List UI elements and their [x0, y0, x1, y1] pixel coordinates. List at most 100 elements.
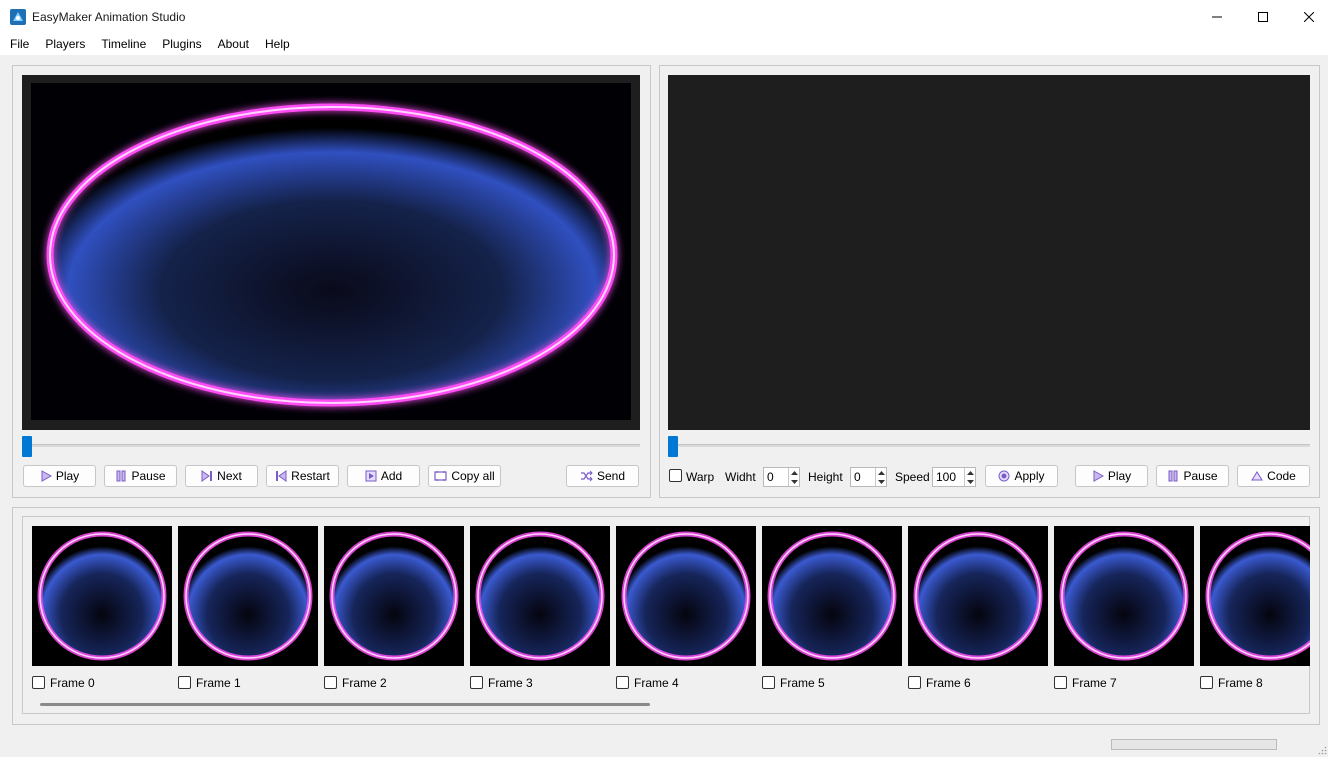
- send-label: Send: [596, 469, 626, 483]
- right-player-viewer: [668, 75, 1310, 430]
- frame-checkbox[interactable]: [908, 676, 921, 689]
- speed-up-arrow[interactable]: [966, 468, 975, 477]
- close-button[interactable]: [1286, 0, 1328, 33]
- resize-grip-icon[interactable]: [1318, 746, 1327, 755]
- frame-thumbnail[interactable]: [1054, 526, 1194, 666]
- frame-thumbnail[interactable]: [616, 526, 756, 666]
- next-button[interactable]: Next: [185, 465, 258, 487]
- menu-help[interactable]: Help: [257, 33, 298, 55]
- frame-thumbnail[interactable]: [1200, 526, 1310, 666]
- pause-button[interactable]: Pause: [104, 465, 177, 487]
- frame-checkbox[interactable]: [1054, 676, 1067, 689]
- menu-about[interactable]: About: [210, 33, 257, 55]
- play-icon: [1093, 470, 1104, 482]
- menu-file[interactable]: File: [2, 33, 37, 55]
- right-play-label: Play: [1107, 469, 1132, 483]
- frame-thumbnail[interactable]: [32, 526, 172, 666]
- left-player-track: [22, 444, 640, 447]
- left-player-viewer: [22, 75, 640, 430]
- width-up-arrow[interactable]: [790, 468, 799, 477]
- play-button[interactable]: Play: [23, 465, 96, 487]
- right-pause-label: Pause: [1183, 469, 1218, 483]
- right-pause-button[interactable]: Pause: [1156, 465, 1229, 487]
- play-icon: [41, 470, 52, 482]
- frame-label: Frame 8: [1218, 676, 1263, 690]
- window-title: EasyMaker Animation Studio: [32, 10, 186, 24]
- menu-timeline[interactable]: Timeline: [93, 33, 154, 55]
- frame-label: Frame 0: [50, 676, 95, 690]
- speed-spinbox[interactable]: 100: [932, 467, 976, 487]
- frame-checkbox[interactable]: [178, 676, 191, 689]
- timeline-scrollbar[interactable]: [40, 703, 650, 706]
- menu-bar: File Players Timeline Plugins About Help: [0, 33, 1328, 55]
- status-progress-bar: [1111, 739, 1277, 750]
- frame-thumbnail[interactable]: [908, 526, 1048, 666]
- frame-image: [913, 531, 1043, 661]
- pause-label: Pause: [131, 469, 166, 483]
- restart-icon: [276, 470, 287, 482]
- right-play-button[interactable]: Play: [1075, 465, 1148, 487]
- copy-all-label: Copy all: [451, 469, 495, 483]
- frame-thumbnail[interactable]: [762, 526, 902, 666]
- frame-image: [37, 531, 167, 661]
- frame-thumbnail[interactable]: [324, 526, 464, 666]
- left-player-slider[interactable]: [22, 436, 32, 457]
- frame-checkbox[interactable]: [32, 676, 45, 689]
- code-button[interactable]: Code: [1237, 465, 1310, 487]
- caret-down-icon: [967, 479, 974, 484]
- caret-up-icon: [878, 470, 885, 475]
- menu-players[interactable]: Players: [37, 33, 93, 55]
- frame-checkbox[interactable]: [1200, 676, 1213, 689]
- frame-label: Frame 5: [780, 676, 825, 690]
- frame-image: [475, 531, 605, 661]
- add-frame-icon: [365, 470, 377, 482]
- speed-value: 100: [936, 470, 957, 484]
- add-label: Add: [380, 469, 403, 483]
- apply-button[interactable]: Apply: [985, 465, 1058, 487]
- code-icon: [1251, 471, 1264, 481]
- right-player-track: [668, 444, 1310, 447]
- height-down-arrow[interactable]: [877, 477, 886, 486]
- frame-label: Frame 3: [488, 676, 533, 690]
- height-value: 0: [854, 470, 861, 484]
- close-icon: [1304, 11, 1314, 22]
- maximize-icon: [1258, 11, 1268, 22]
- height-spinbox[interactable]: 0: [850, 467, 887, 487]
- warp-label: Warp: [686, 470, 715, 484]
- frame-thumbnail[interactable]: [178, 526, 318, 666]
- frame-label: Frame 2: [342, 676, 387, 690]
- copy-all-icon: [434, 471, 447, 481]
- frame-image: [1205, 531, 1310, 661]
- pause-icon: [1168, 470, 1178, 482]
- frame-checkbox[interactable]: [324, 676, 337, 689]
- send-button[interactable]: Send: [566, 465, 639, 487]
- frame-checkbox[interactable]: [762, 676, 775, 689]
- restart-button[interactable]: Restart: [266, 465, 339, 487]
- menu-plugins[interactable]: Plugins: [154, 33, 209, 55]
- height-label: Height: [808, 470, 843, 484]
- width-spinbox[interactable]: 0: [763, 467, 800, 487]
- frames-host: Frame 0 Frame 1 Frame 2 Frame 3 Frame 4 Frame…: [23, 517, 1310, 699]
- right-player-slider[interactable]: [668, 436, 678, 457]
- frame-checkbox[interactable]: [470, 676, 483, 689]
- maximize-button[interactable]: [1240, 0, 1286, 33]
- app-icon: [10, 9, 26, 25]
- speed-label: Speed: [895, 470, 930, 484]
- warp-checkbox[interactable]: [669, 469, 682, 482]
- minimize-button[interactable]: [1194, 0, 1240, 33]
- frame-image: [767, 531, 897, 661]
- frame-checkbox[interactable]: [616, 676, 629, 689]
- speed-down-arrow[interactable]: [966, 477, 975, 486]
- apply-label: Apply: [1014, 469, 1045, 483]
- width-down-arrow[interactable]: [790, 477, 799, 486]
- copy-all-button[interactable]: Copy all: [428, 465, 501, 487]
- caret-down-icon: [878, 479, 885, 484]
- frame-image: [329, 531, 459, 661]
- title-bar: EasyMaker Animation Studio: [0, 0, 1328, 33]
- width-label: Widht: [725, 470, 756, 484]
- pause-icon: [116, 470, 126, 482]
- width-value: 0: [767, 470, 774, 484]
- height-up-arrow[interactable]: [877, 468, 886, 477]
- frame-thumbnail[interactable]: [470, 526, 610, 666]
- add-button[interactable]: Add: [347, 465, 420, 487]
